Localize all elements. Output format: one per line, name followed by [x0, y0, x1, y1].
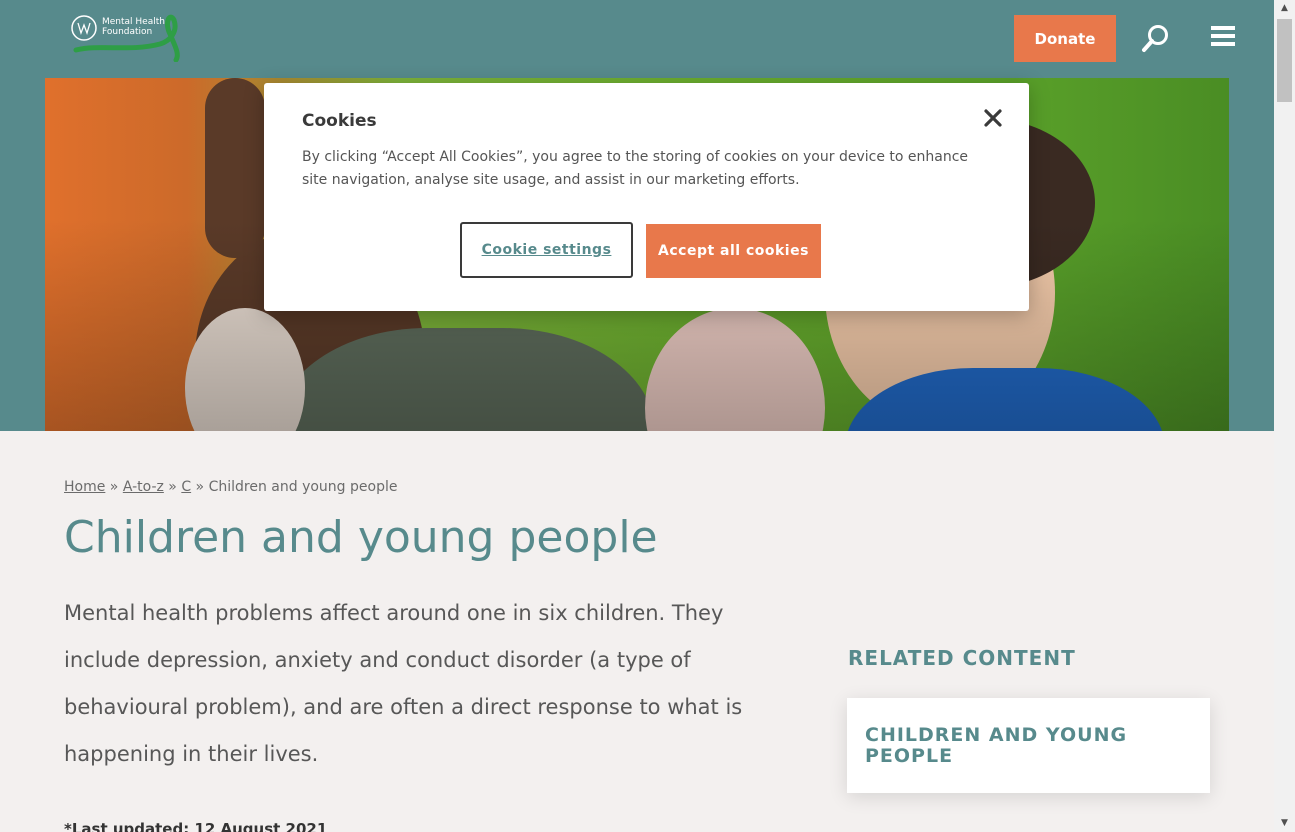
donate-button[interactable]: Donate — [1014, 15, 1116, 62]
accept-all-cookies-button[interactable]: Accept all cookies — [646, 224, 821, 278]
related-card-title[interactable]: CHILDREN AND YOUNG PEOPLE — [865, 725, 1192, 767]
intro-paragraph: Mental health problems affect around one… — [64, 601, 743, 766]
vertical-scrollbar[interactable]: ▲ ▼ — [1274, 0, 1295, 832]
cookie-dialog-text: By clicking “Accept All Cookies”, you ag… — [302, 149, 969, 188]
cookie-settings-button[interactable]: Cookie settings — [460, 222, 633, 278]
page-viewport: Mental Health Foundation Donate Home » A… — [0, 0, 1274, 832]
scroll-down-arrow-icon[interactable]: ▼ — [1274, 815, 1295, 832]
scroll-up-arrow-icon[interactable]: ▲ — [1274, 0, 1295, 17]
breadcrumb-home-link[interactable]: Home — [64, 479, 105, 495]
breadcrumb-current: Children and young people — [208, 479, 398, 495]
logo-text: Mental Health Foundation — [102, 17, 165, 37]
scrollbar-thumb[interactable] — [1277, 19, 1292, 102]
cookie-consent-dialog: Cookies By clicking “Accept All Cookies”… — [264, 83, 1029, 311]
close-icon[interactable] — [982, 107, 1004, 129]
last-updated-text: *Last updated: 12 August 2021 — [64, 820, 328, 832]
breadcrumb-separator: » — [163, 479, 182, 495]
breadcrumb-atoz-link[interactable]: A-to-z — [123, 479, 164, 495]
breadcrumb-separator: » — [191, 479, 209, 495]
related-content-heading: RELATED CONTENT — [848, 646, 1076, 670]
page-title: Children and young people — [64, 512, 658, 563]
breadcrumb: Home » A-to-z » C » Children and young p… — [64, 479, 397, 495]
search-icon[interactable] — [1140, 23, 1170, 53]
breadcrumb-separator: » — [105, 479, 123, 495]
breadcrumb-c-link[interactable]: C — [181, 479, 191, 495]
hamburger-menu-icon[interactable] — [1211, 26, 1235, 48]
site-logo[interactable]: Mental Health Foundation — [70, 14, 190, 63]
cookie-dialog-title: Cookies — [302, 111, 377, 131]
related-content-card[interactable]: CHILDREN AND YOUNG PEOPLE — [847, 698, 1210, 793]
